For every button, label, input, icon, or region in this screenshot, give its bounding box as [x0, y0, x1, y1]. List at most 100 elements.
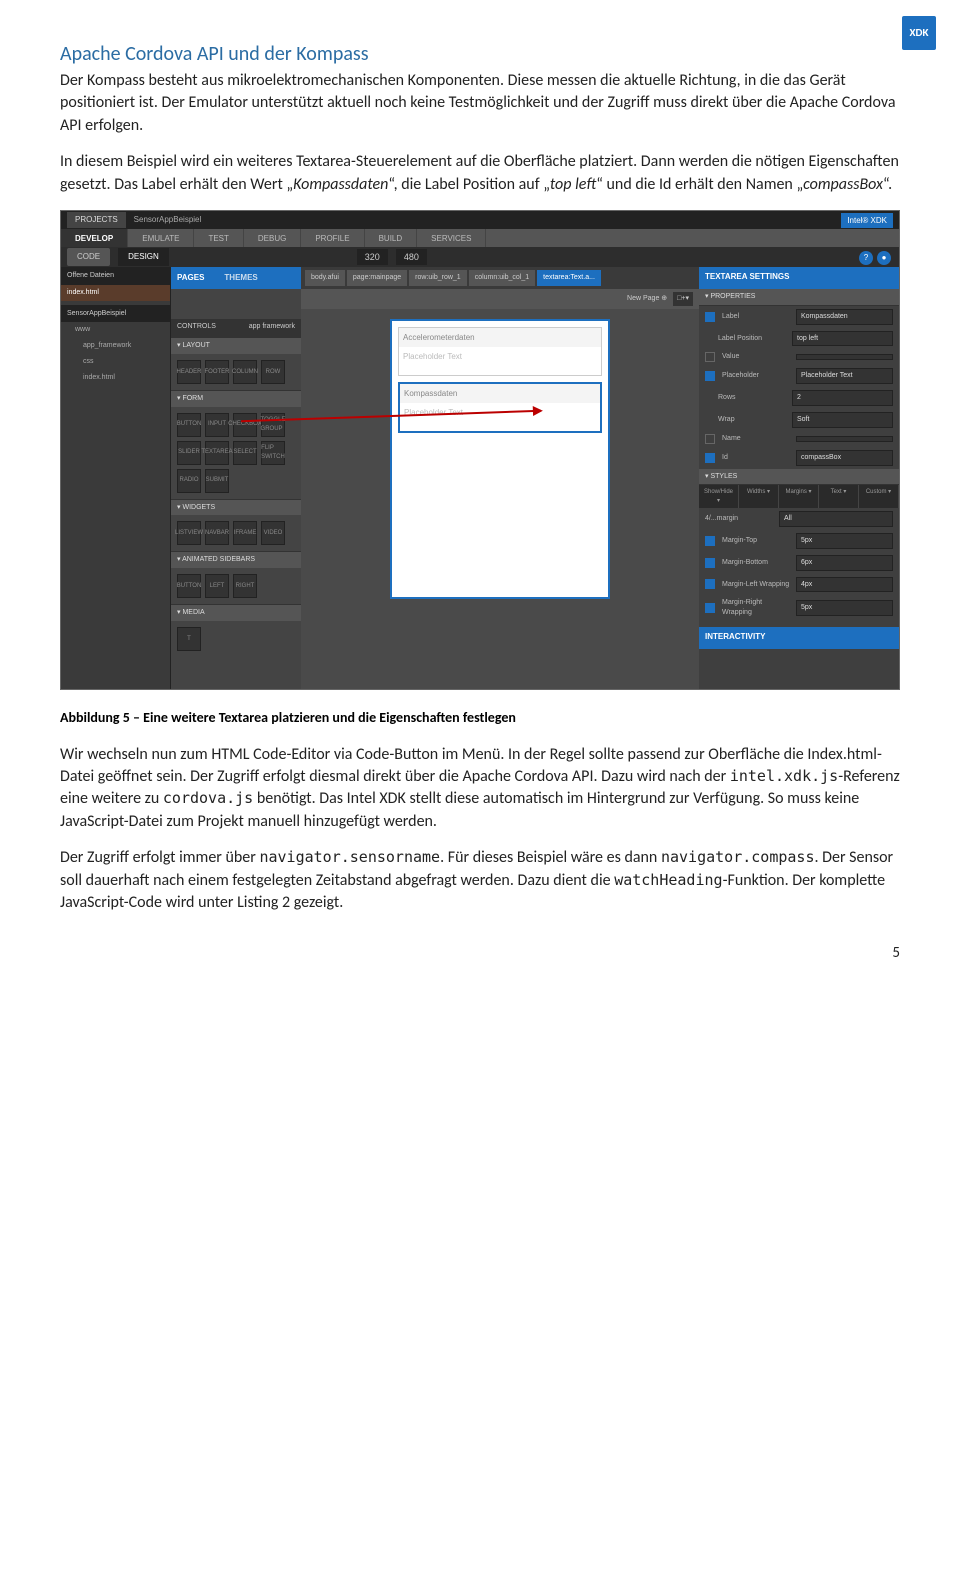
ctrl-row[interactable]: ROW	[261, 360, 285, 384]
ctrl-iframe[interactable]: IFRAME	[233, 521, 257, 545]
ctrl-checkbox[interactable]: CHECKBOX	[233, 413, 257, 437]
bc-row[interactable]: row:uib_row_1	[409, 270, 467, 286]
ctrl-header[interactable]: HEADER	[177, 360, 201, 384]
prop-id-v[interactable]: compassBox	[796, 450, 893, 466]
chk-value[interactable]	[705, 352, 715, 362]
st-widths[interactable]: Widths ▾	[739, 485, 779, 508]
tab-test[interactable]: TEST	[194, 229, 243, 247]
chk-label[interactable]	[705, 312, 715, 322]
properties-panel: TEXTAREA SETTINGS ▾ PROPERTIES LabelKomp…	[699, 267, 899, 690]
ctrl-footer[interactable]: FOOTER	[205, 360, 229, 384]
settings-header: TEXTAREA SETTINGS	[699, 267, 899, 289]
section-animated[interactable]: ▾ ANIMATED SIDEBARS	[171, 551, 301, 568]
bc-page[interactable]: page:mainpage	[347, 270, 407, 286]
ctrl-media[interactable]: T	[177, 627, 201, 651]
styles-section[interactable]: ▾ STYLES	[699, 469, 899, 486]
chk-mrw[interactable]	[705, 603, 715, 613]
pages-tab[interactable]: PAGES	[177, 272, 204, 283]
ctrl-flip[interactable]: FLIP SWITCH	[261, 441, 285, 465]
controls-header: CONTROLS	[177, 322, 216, 334]
help-icon[interactable]: ?	[859, 251, 873, 265]
tree-www[interactable]: www	[61, 322, 170, 338]
themes-tab[interactable]: THEMES	[224, 272, 257, 283]
ctrl-select[interactable]: SELECT	[233, 441, 257, 465]
properties-section[interactable]: ▾ PROPERTIES	[699, 289, 899, 306]
new-page-button[interactable]: New Page ⊕	[627, 294, 667, 304]
m-rw-v[interactable]: 5px	[796, 600, 893, 616]
file-panel: Offene Dateien index.html SensorAppBeisp…	[61, 267, 171, 690]
m-lw-v[interactable]: 4px	[796, 577, 893, 593]
style-tabs: Show/Hide ▾ Widths ▾ Margins ▾ Text ▾ Cu…	[699, 485, 899, 508]
paragraph-2: In diesem Beispiel wird ein weiteres Tex…	[60, 151, 900, 196]
design-button[interactable]: DESIGN	[118, 248, 169, 265]
device-preview: Accelerometerdaten Placeholder Text Komp…	[390, 319, 610, 599]
section-form[interactable]: ▾ FORM	[171, 390, 301, 407]
chk-mtop[interactable]	[705, 536, 715, 546]
prop-lp-v[interactable]: top left	[792, 331, 893, 347]
view-toggle[interactable]: □+▾	[673, 292, 693, 306]
st-margins[interactable]: Margins ▾	[779, 485, 819, 508]
tab-build[interactable]: BUILD	[365, 229, 418, 247]
file-index[interactable]: index.html	[61, 285, 170, 301]
bc-col[interactable]: column:uib_col_1	[469, 270, 535, 286]
ctrl-radio[interactable]: RADIO	[177, 469, 201, 493]
tab-services[interactable]: SERVICES	[417, 229, 486, 247]
bc-textarea[interactable]: textarea:Text.a...	[537, 270, 601, 286]
canvas: body.afui page:mainpage row:uib_row_1 co…	[301, 267, 699, 690]
app-title: SensorAppBeispiel	[134, 214, 202, 225]
chk-id[interactable]	[705, 453, 715, 463]
st-custom[interactable]: Custom ▾	[859, 485, 899, 508]
section-media[interactable]: ▾ MEDIA	[171, 604, 301, 621]
ctrl-textarea[interactable]: TEXTAREA	[205, 441, 229, 465]
framework-select[interactable]: app framework	[249, 322, 295, 334]
tree-index[interactable]: index.html	[61, 370, 170, 386]
tab-develop[interactable]: DEVELOP	[61, 229, 128, 247]
ctrl-toggle[interactable]: TOGGLE GROUP	[261, 413, 285, 437]
ctrl-column[interactable]: COLUMN	[233, 360, 257, 384]
st-text[interactable]: Text ▾	[819, 485, 859, 508]
chk-mlw[interactable]	[705, 579, 715, 589]
chk-name[interactable]	[705, 434, 715, 444]
tab-debug[interactable]: DEBUG	[244, 229, 301, 247]
ctrl-listview[interactable]: LISTVIEW	[177, 521, 201, 545]
prop-ph-v[interactable]: Placeholder Text	[796, 368, 893, 384]
interactivity-header[interactable]: INTERACTIVITY	[699, 627, 899, 649]
ctrl-button[interactable]: BUTTON	[177, 413, 201, 437]
ctrl-input[interactable]: INPUT	[205, 413, 229, 437]
tree-appfw[interactable]: app_framework	[61, 338, 170, 354]
ctrl-sb-right[interactable]: RIGHT	[233, 574, 257, 598]
ctrl-submit[interactable]: SUBMIT	[205, 469, 229, 493]
section-layout[interactable]: ▾ LAYOUT	[171, 337, 301, 354]
m-bot-v[interactable]: 6px	[796, 555, 893, 571]
size-w[interactable]: 320	[357, 249, 388, 266]
prop-value-v[interactable]	[796, 354, 893, 360]
ctrl-slider[interactable]: SLIDER	[177, 441, 201, 465]
chk-ph[interactable]	[705, 371, 715, 381]
ctrl-sb-left[interactable]: LEFT	[205, 574, 229, 598]
tree-css[interactable]: css	[61, 354, 170, 370]
m-top-k: Margin-Top	[722, 536, 792, 546]
page-number: 5	[892, 943, 900, 964]
size-h[interactable]: 480	[396, 249, 427, 266]
textarea-kompass[interactable]: Kompassdaten Placeholder Text	[398, 382, 602, 433]
tab-emulate[interactable]: EMULATE	[128, 229, 194, 247]
prop-label-v[interactable]: Kompassdaten	[796, 309, 893, 325]
paragraph-1: Der Kompass besteht aus mikroelektromech…	[60, 70, 900, 137]
prop-rows-v[interactable]: 2	[792, 390, 893, 406]
code-button[interactable]: CODE	[67, 248, 110, 265]
m-top-v[interactable]: 5px	[796, 533, 893, 549]
ctrl-sb-button[interactable]: BUTTON	[177, 574, 201, 598]
st-showhide[interactable]: Show/Hide ▾	[699, 485, 739, 508]
prop-wrap-v[interactable]: Soft	[792, 412, 893, 428]
tab-profile[interactable]: PROFILE	[301, 229, 364, 247]
ctrl-navbar[interactable]: NAVBAR	[205, 521, 229, 545]
chk-mbot[interactable]	[705, 558, 715, 568]
bc-body[interactable]: body.afui	[305, 270, 345, 286]
user-icon[interactable]: ●	[877, 251, 891, 265]
style-all[interactable]: All	[779, 511, 893, 527]
textarea-accel[interactable]: Accelerometerdaten Placeholder Text	[398, 327, 602, 376]
prop-name-v[interactable]	[796, 436, 893, 442]
ctrl-video[interactable]: VIDEO	[261, 521, 285, 545]
prop-name-k: Name	[722, 434, 792, 444]
section-widgets[interactable]: ▾ WIDGETS	[171, 499, 301, 516]
